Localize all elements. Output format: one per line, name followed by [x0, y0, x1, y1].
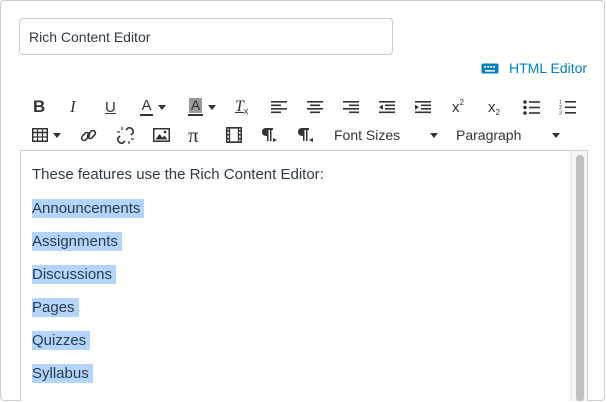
background-color-button[interactable]: A — [188, 96, 216, 118]
background-color-swatch — [188, 114, 203, 116]
chevron-down-icon — [158, 104, 166, 110]
image-icon[interactable] — [153, 124, 170, 146]
table-button[interactable] — [32, 124, 61, 146]
list-item: Syllabus — [32, 364, 93, 383]
html-editor-button[interactable]: HTML Editor — [481, 58, 587, 78]
scrollbar-track[interactable] — [571, 151, 587, 401]
text-color-letter: A — [141, 97, 152, 114]
editor-content[interactable]: These features use the Rich Content Edit… — [20, 150, 588, 401]
list-item: Pages — [32, 298, 79, 317]
list-item: Announcements — [32, 199, 145, 218]
html-editor-label: HTML Editor — [509, 60, 588, 76]
rtl-direction-icon[interactable] — [297, 124, 313, 146]
align-center-icon[interactable] — [307, 96, 323, 118]
subscript-mark: 2 — [495, 107, 500, 117]
chevron-down-icon — [208, 104, 216, 110]
numbered-list-icon[interactable]: 123 — [559, 96, 576, 118]
toolbar-row-1: B I U A A T x x 2 x 2 1 2 3 — [24, 96, 584, 118]
svg-text:3: 3 — [559, 111, 562, 116]
align-right-icon[interactable] — [343, 96, 359, 118]
underline-button[interactable]: U — [105, 96, 116, 118]
outdent-icon[interactable] — [379, 96, 395, 118]
superscript-base: x — [452, 98, 460, 116]
align-left-icon[interactable] — [271, 96, 287, 118]
clear-formatting-icon: T — [235, 98, 244, 115]
superscript-button[interactable]: x 2 — [452, 96, 464, 118]
title-input[interactable] — [19, 18, 393, 55]
list-item: Discussions — [32, 265, 117, 284]
text-color-button[interactable]: A — [140, 96, 166, 118]
text-color-swatch — [140, 114, 153, 116]
list-item: Quizzes — [32, 331, 91, 350]
keyboard-icon — [481, 61, 499, 75]
italic-button[interactable]: I — [70, 96, 76, 118]
paragraph-label: Paragraph — [456, 127, 522, 143]
paragraph-select[interactable]: Paragraph — [456, 124, 560, 146]
ltr-direction-icon[interactable] — [261, 124, 277, 146]
chevron-down-icon — [552, 133, 560, 138]
subscript-button[interactable]: x 2 — [488, 96, 500, 118]
chevron-down-icon — [53, 132, 61, 138]
indent-icon[interactable] — [415, 96, 431, 118]
scrollbar-thumb[interactable] — [576, 155, 584, 401]
font-sizes-select[interactable]: Font Sizes — [334, 124, 438, 146]
chevron-down-icon — [430, 133, 438, 138]
clear-formatting-button[interactable]: T x — [235, 96, 248, 118]
bold-button[interactable]: B — [33, 96, 45, 118]
subscript-base: x — [488, 98, 496, 116]
link-icon[interactable] — [80, 124, 97, 146]
font-sizes-label: Font Sizes — [334, 127, 401, 143]
background-color-letter: A — [188, 97, 203, 113]
clear-x-icon: x — [243, 106, 249, 116]
list-item: Assignments — [32, 232, 122, 251]
toolbar-row-2: π Font Sizes Paragraph — [24, 123, 584, 147]
superscript-mark: 2 — [459, 97, 464, 107]
unlink-icon[interactable] — [117, 124, 134, 146]
bulleted-list-icon[interactable] — [523, 96, 540, 118]
media-icon[interactable] — [226, 124, 242, 146]
math-button[interactable]: π — [188, 123, 199, 147]
table-icon — [32, 128, 48, 142]
content-intro: These features use the Rich Content Edit… — [32, 166, 324, 183]
